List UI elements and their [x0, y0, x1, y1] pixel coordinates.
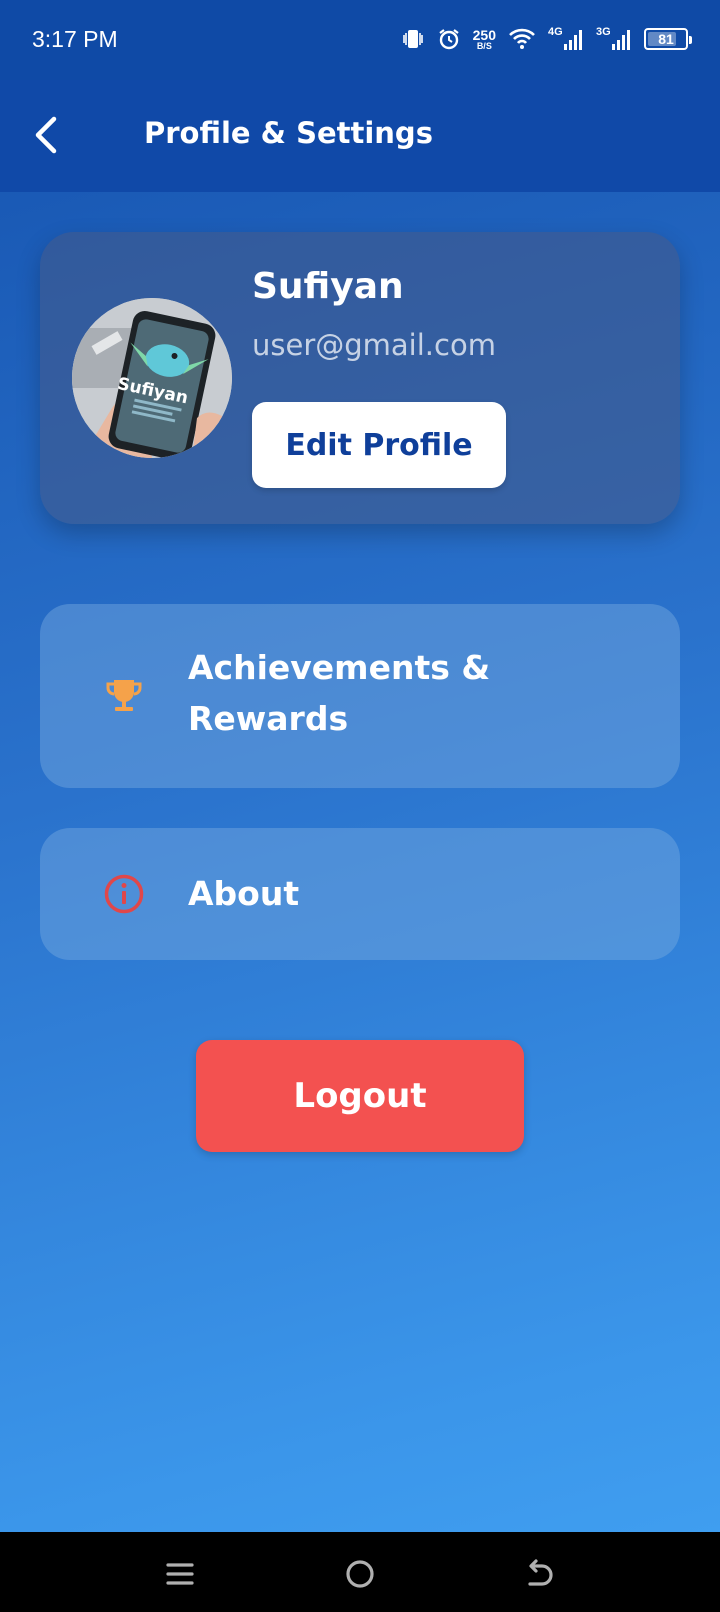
app-bar: Profile & Settings: [0, 80, 720, 192]
menu-item-about[interactable]: About: [40, 828, 680, 960]
avatar[interactable]: Sufiyan: [72, 298, 232, 458]
info-icon: [102, 872, 146, 916]
profile-name: Sufiyan: [252, 266, 404, 307]
trophy-icon: [102, 674, 146, 718]
speed-unit: B/S: [476, 40, 492, 51]
signal-3g: 3G: [596, 26, 632, 52]
back-button[interactable]: [22, 110, 72, 160]
logout-button[interactable]: Logout: [196, 1040, 524, 1152]
home-icon[interactable]: [338, 1552, 382, 1596]
menu-icon[interactable]: [158, 1552, 202, 1596]
edit-profile-button[interactable]: Edit Profile: [252, 402, 506, 488]
menu-item-label: Achievements & Rewards: [188, 648, 491, 739]
back-icon[interactable]: [518, 1552, 562, 1596]
alarm-icon: [437, 27, 461, 51]
status-time: 3:17 PM: [32, 26, 118, 52]
status-icons: 250 B/S 4G 3G 81: [401, 22, 692, 56]
system-nav-bar: [0, 1532, 720, 1612]
page-title: Profile & Settings: [144, 116, 433, 150]
vibrate-icon: [401, 27, 425, 51]
battery-icon: 81: [644, 28, 692, 50]
profile-email: user@gmail.com: [252, 328, 496, 362]
network-type-2: 3G: [596, 26, 611, 38]
network-speed: 250 B/S: [473, 28, 496, 51]
battery-text: 81: [658, 31, 674, 47]
menu-item-label: About: [188, 874, 300, 913]
menu-item-achievements[interactable]: Achievements & Rewards: [40, 604, 680, 788]
signal-4g: 4G: [548, 26, 584, 52]
network-type-1: 4G: [548, 26, 563, 38]
wifi-icon: [508, 27, 536, 51]
status-bar: 3:17 PM 250 B/S 4G 3G 81: [0, 0, 720, 80]
chevron-left-icon: [35, 116, 57, 154]
speed-value: 250: [472, 26, 496, 43]
profile-card: Sufiyan Sufiyan user@gmail.com Edit Prof…: [40, 232, 680, 524]
avatar-image: Sufiyan: [72, 298, 232, 458]
